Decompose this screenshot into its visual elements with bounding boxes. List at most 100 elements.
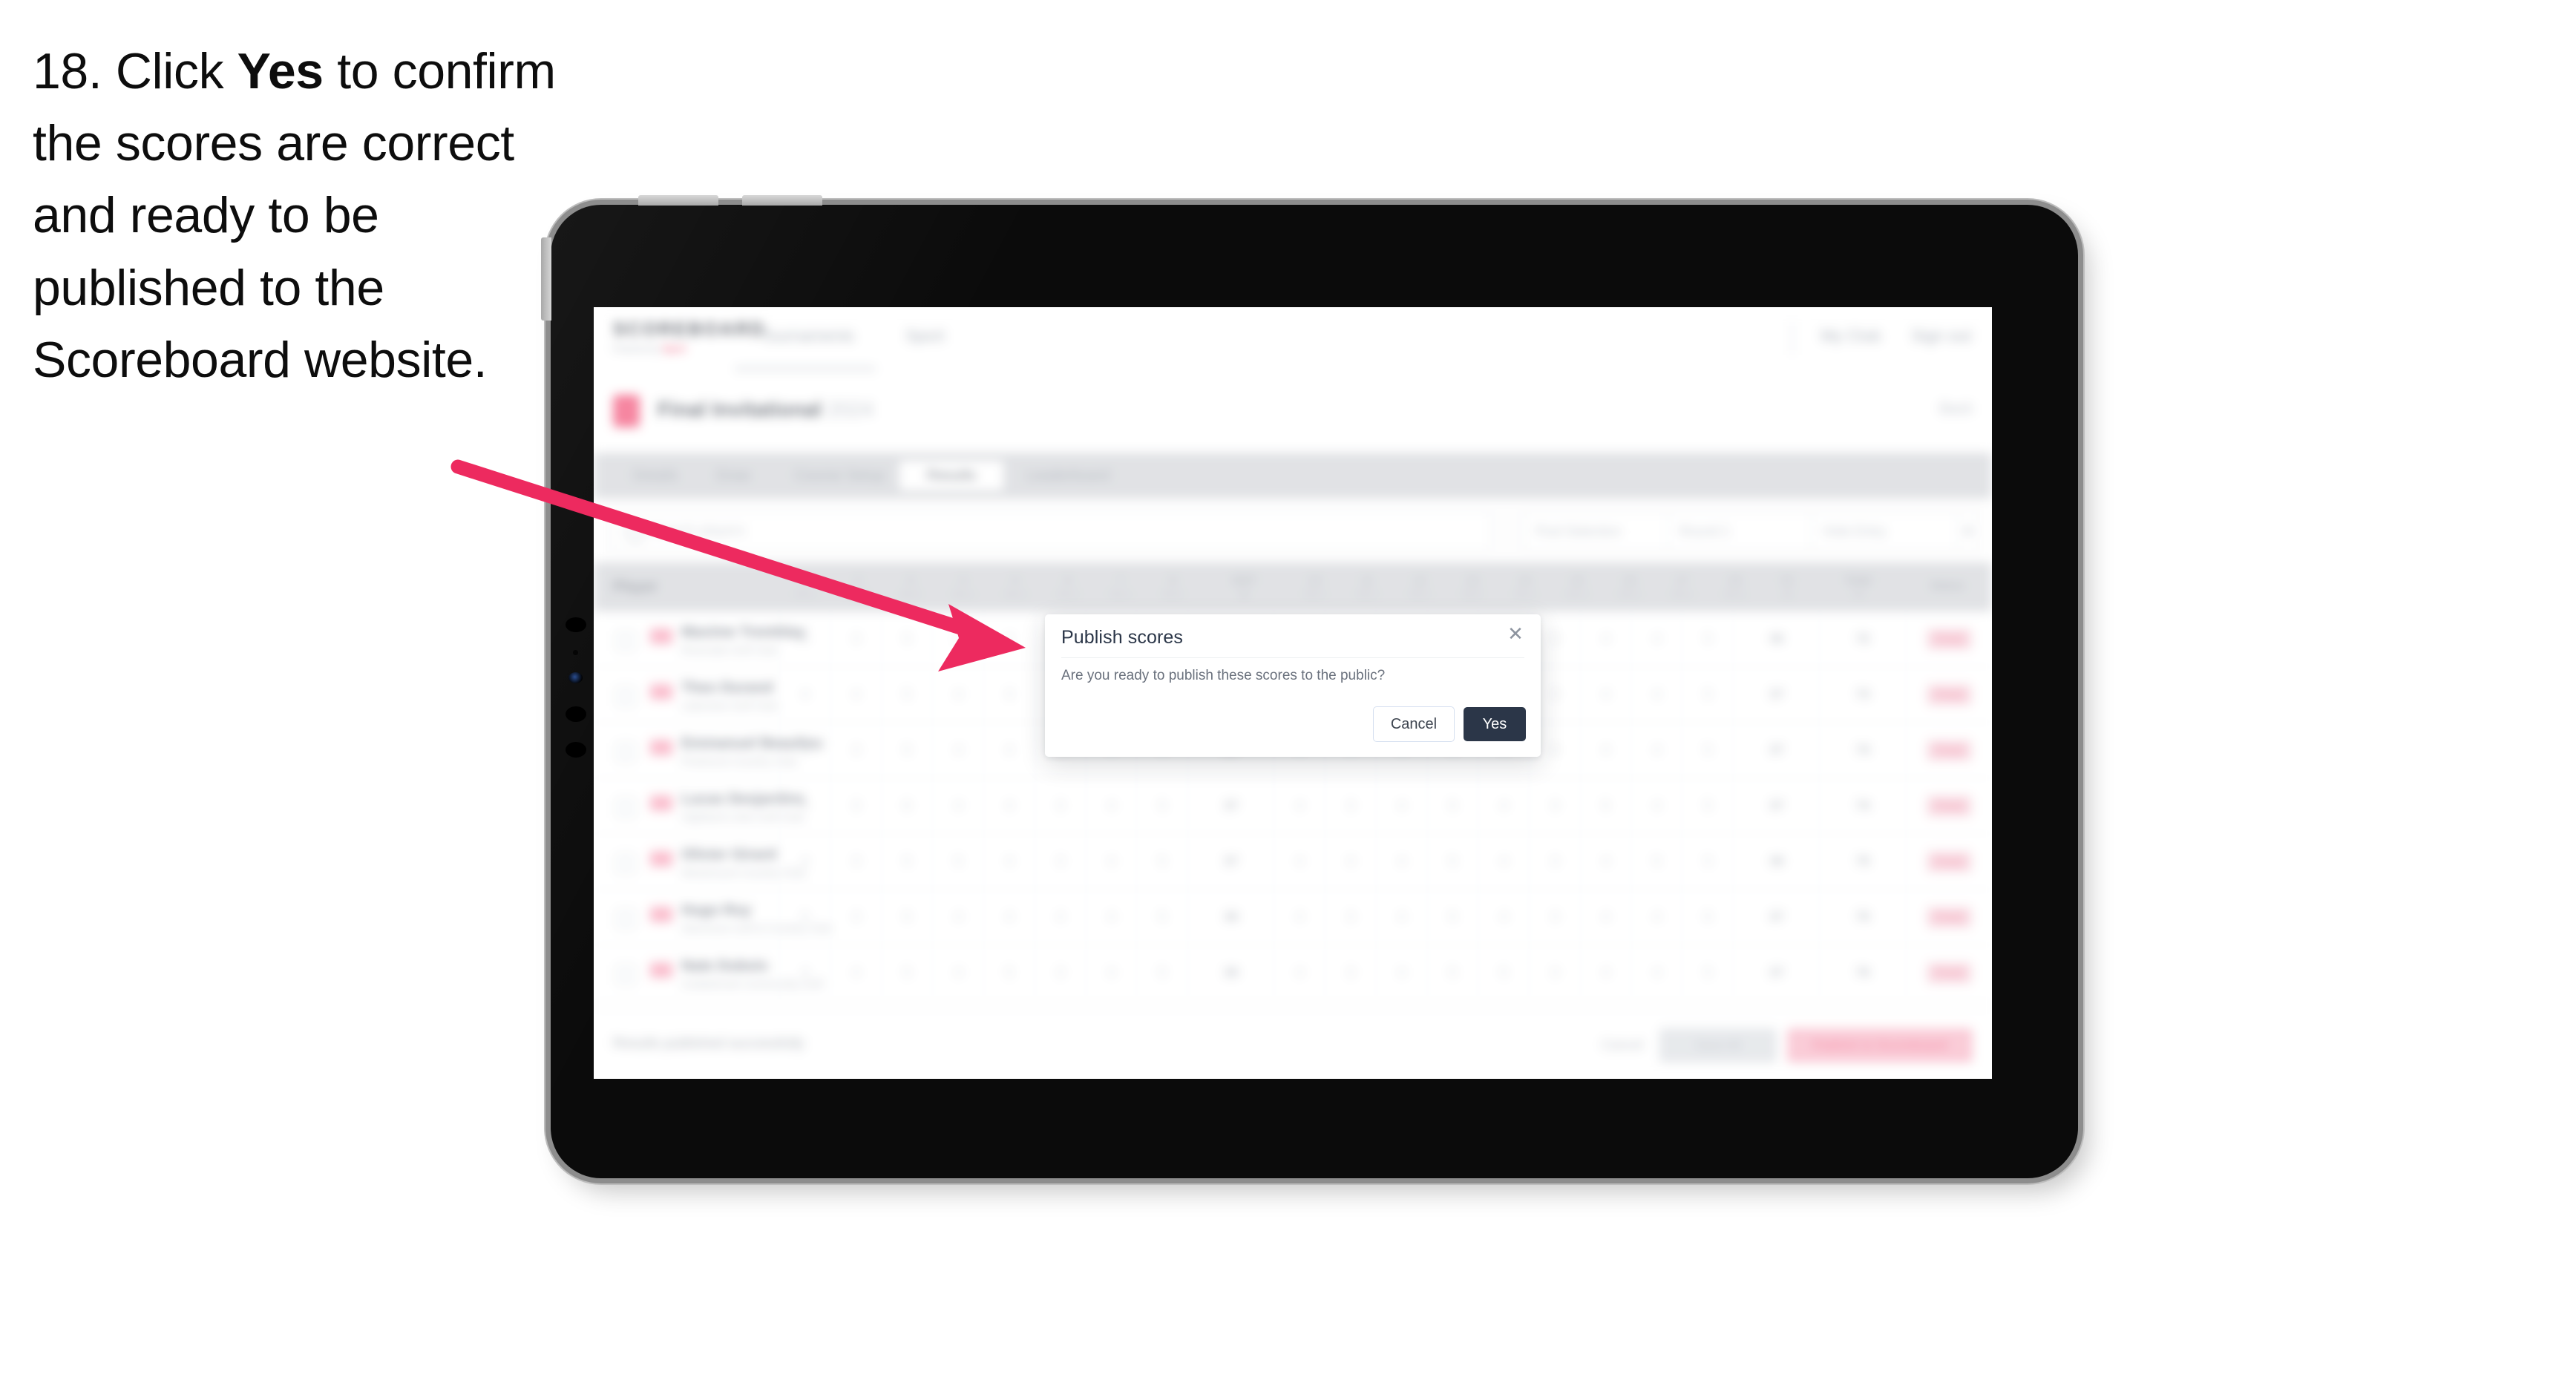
score-cell[interactable]: 4	[1631, 667, 1682, 722]
tab-details[interactable]: Details	[610, 461, 701, 490]
score-cell[interactable]: 6	[1682, 890, 1733, 945]
score-cell[interactable]: 4	[983, 834, 1035, 889]
publish-to-scoreboard-button[interactable]: Publish to Scoreboard	[1787, 1028, 1973, 1063]
score-cell[interactable]: 5	[1426, 834, 1478, 889]
score-cell[interactable]: 5	[1682, 611, 1733, 666]
score-cell[interactable]: 4	[1375, 890, 1427, 945]
score-cell[interactable]: 5	[881, 723, 933, 778]
score-cell[interactable]: 5	[881, 834, 933, 889]
volume-up-button[interactable]	[638, 195, 718, 206]
score-cell[interactable]: 3	[830, 723, 882, 778]
score-cell[interactable]: 5	[881, 667, 933, 722]
score-cell[interactable]: 4	[1478, 778, 1529, 833]
score-cell[interactable]: 37	[1733, 723, 1819, 778]
save-all-button[interactable]: Save All	[1659, 1028, 1777, 1063]
score-cell[interactable]: 37	[1733, 778, 1819, 833]
table-row[interactable]: Olivier Girard Westmount Country Club 4 3 5 5…	[594, 834, 1992, 890]
score-cell[interactable]: 4	[1631, 611, 1682, 666]
filter-pool-selection[interactable]: Pool Selection	[1523, 512, 1679, 551]
score-cell[interactable]: 4	[1085, 834, 1137, 889]
filter-round[interactable]: Round 1	[1667, 512, 1823, 551]
table-row[interactable]: Hugo Roy Glenmore Golf & Country Club 5 3 5 4…	[594, 890, 1992, 945]
score-cell[interactable]: 4	[932, 890, 983, 945]
score-cell[interactable]: 5	[1426, 945, 1478, 1000]
row-checkbox[interactable]	[616, 910, 635, 929]
score-cell[interactable]: 5	[881, 611, 933, 666]
score-cell[interactable]: 3	[830, 890, 882, 945]
score-cell[interactable]: 5	[1682, 667, 1733, 722]
score-cell[interactable]: 4	[1274, 890, 1325, 945]
filter-hole-entry[interactable]: Hole Entry	[1811, 512, 1973, 551]
score-cell[interactable]: 37	[1733, 890, 1819, 945]
score-cell[interactable]: 5	[1579, 778, 1631, 833]
row-checkbox[interactable]	[616, 687, 635, 706]
score-cell[interactable]: 4	[1478, 834, 1529, 889]
score-cell[interactable]: 4	[1274, 945, 1325, 1000]
score-cell[interactable]: 4	[1631, 890, 1682, 945]
score-cell[interactable]: 5	[881, 890, 933, 945]
score-cell[interactable]: 4	[830, 945, 882, 1000]
score-cell[interactable]: 5	[1682, 778, 1733, 833]
score-cell[interactable]: 4	[983, 723, 1035, 778]
score-cell[interactable]: 3	[1529, 890, 1580, 945]
score-cell[interactable]: 4	[1034, 890, 1086, 945]
score-cell[interactable]: 3	[1034, 834, 1086, 889]
score-cell[interactable]: 38	[1187, 890, 1274, 945]
score-cell[interactable]: 4	[1579, 723, 1631, 778]
score-cell[interactable]: 4	[1375, 834, 1427, 889]
score-cell[interactable]: 5	[983, 945, 1035, 1000]
filter-settings-icon[interactable]: ⚙	[1956, 512, 1980, 551]
score-cell[interactable]: 4	[1085, 890, 1137, 945]
tab-course-setup[interactable]: Course Setup	[766, 461, 913, 490]
score-cell[interactable]: 4	[983, 611, 1035, 666]
score-cell[interactable]: 4	[779, 667, 830, 722]
score-cell[interactable]: 4	[1085, 945, 1137, 1000]
tab-leaderboard[interactable]: Leaderboard	[992, 461, 1144, 490]
close-icon[interactable]: ✕	[1504, 622, 1527, 646]
side-switch-button[interactable]	[541, 237, 551, 321]
row-checkbox[interactable]	[616, 631, 635, 651]
score-cell[interactable]: 3	[830, 834, 882, 889]
score-cell[interactable]: 4	[1631, 945, 1682, 1000]
score-cell[interactable]: 5	[1136, 945, 1187, 1000]
score-cell[interactable]: 4	[1375, 945, 1427, 1000]
score-cell[interactable]: 3	[1529, 834, 1580, 889]
score-cell[interactable]: 37	[1187, 778, 1274, 833]
score-cell[interactable]: 4	[1325, 834, 1376, 889]
score-cell[interactable]: 4	[779, 611, 830, 666]
score-cell[interactable]: 3	[1325, 778, 1376, 833]
volume-down-button[interactable]	[742, 195, 822, 206]
score-cell[interactable]: 5	[1682, 945, 1733, 1000]
score-cell[interactable]: 4	[1579, 945, 1631, 1000]
score-cell[interactable]: 4	[932, 778, 983, 833]
score-cell[interactable]: 4	[1631, 723, 1682, 778]
score-cell[interactable]: 4	[779, 778, 830, 833]
topnav-item-sport[interactable]: Sport	[905, 326, 945, 346]
score-cell[interactable]: 5	[932, 834, 983, 889]
score-cell[interactable]: 4	[1579, 667, 1631, 722]
score-cell[interactable]: 3	[1034, 945, 1086, 1000]
score-cell[interactable]: 38	[1187, 945, 1274, 1000]
row-checkbox[interactable]	[616, 743, 635, 762]
score-cell[interactable]: 3	[983, 667, 1035, 722]
score-cell[interactable]: 3	[830, 778, 882, 833]
score-cell[interactable]: 5	[1426, 890, 1478, 945]
score-cell[interactable]: 4	[932, 945, 983, 1000]
score-cell[interactable]: 4	[983, 778, 1035, 833]
score-cell[interactable]: 3	[1325, 890, 1376, 945]
score-cell[interactable]: 4	[1274, 834, 1325, 889]
score-cell[interactable]: 4	[1375, 778, 1427, 833]
score-cell[interactable]: 5	[881, 945, 933, 1000]
score-cell[interactable]: 4	[779, 834, 830, 889]
score-cell[interactable]: 4	[932, 667, 983, 722]
table-row[interactable]: Nate Dubois Cedarbrook Community Golf 4 4 5 4…	[594, 945, 1992, 1001]
score-cell[interactable]: 37	[1733, 945, 1819, 1000]
topnav-item-tournaments[interactable]: Tournaments	[760, 326, 854, 346]
score-cell[interactable]: 3	[1034, 778, 1086, 833]
yes-button[interactable]: Yes	[1464, 707, 1526, 741]
score-cell[interactable]: 3	[1325, 945, 1376, 1000]
score-cell[interactable]: 5	[1682, 834, 1733, 889]
cancel-button[interactable]: Cancel	[1373, 706, 1455, 742]
score-cell[interactable]: 5	[779, 890, 830, 945]
score-cell[interactable]: 4	[1579, 611, 1631, 666]
